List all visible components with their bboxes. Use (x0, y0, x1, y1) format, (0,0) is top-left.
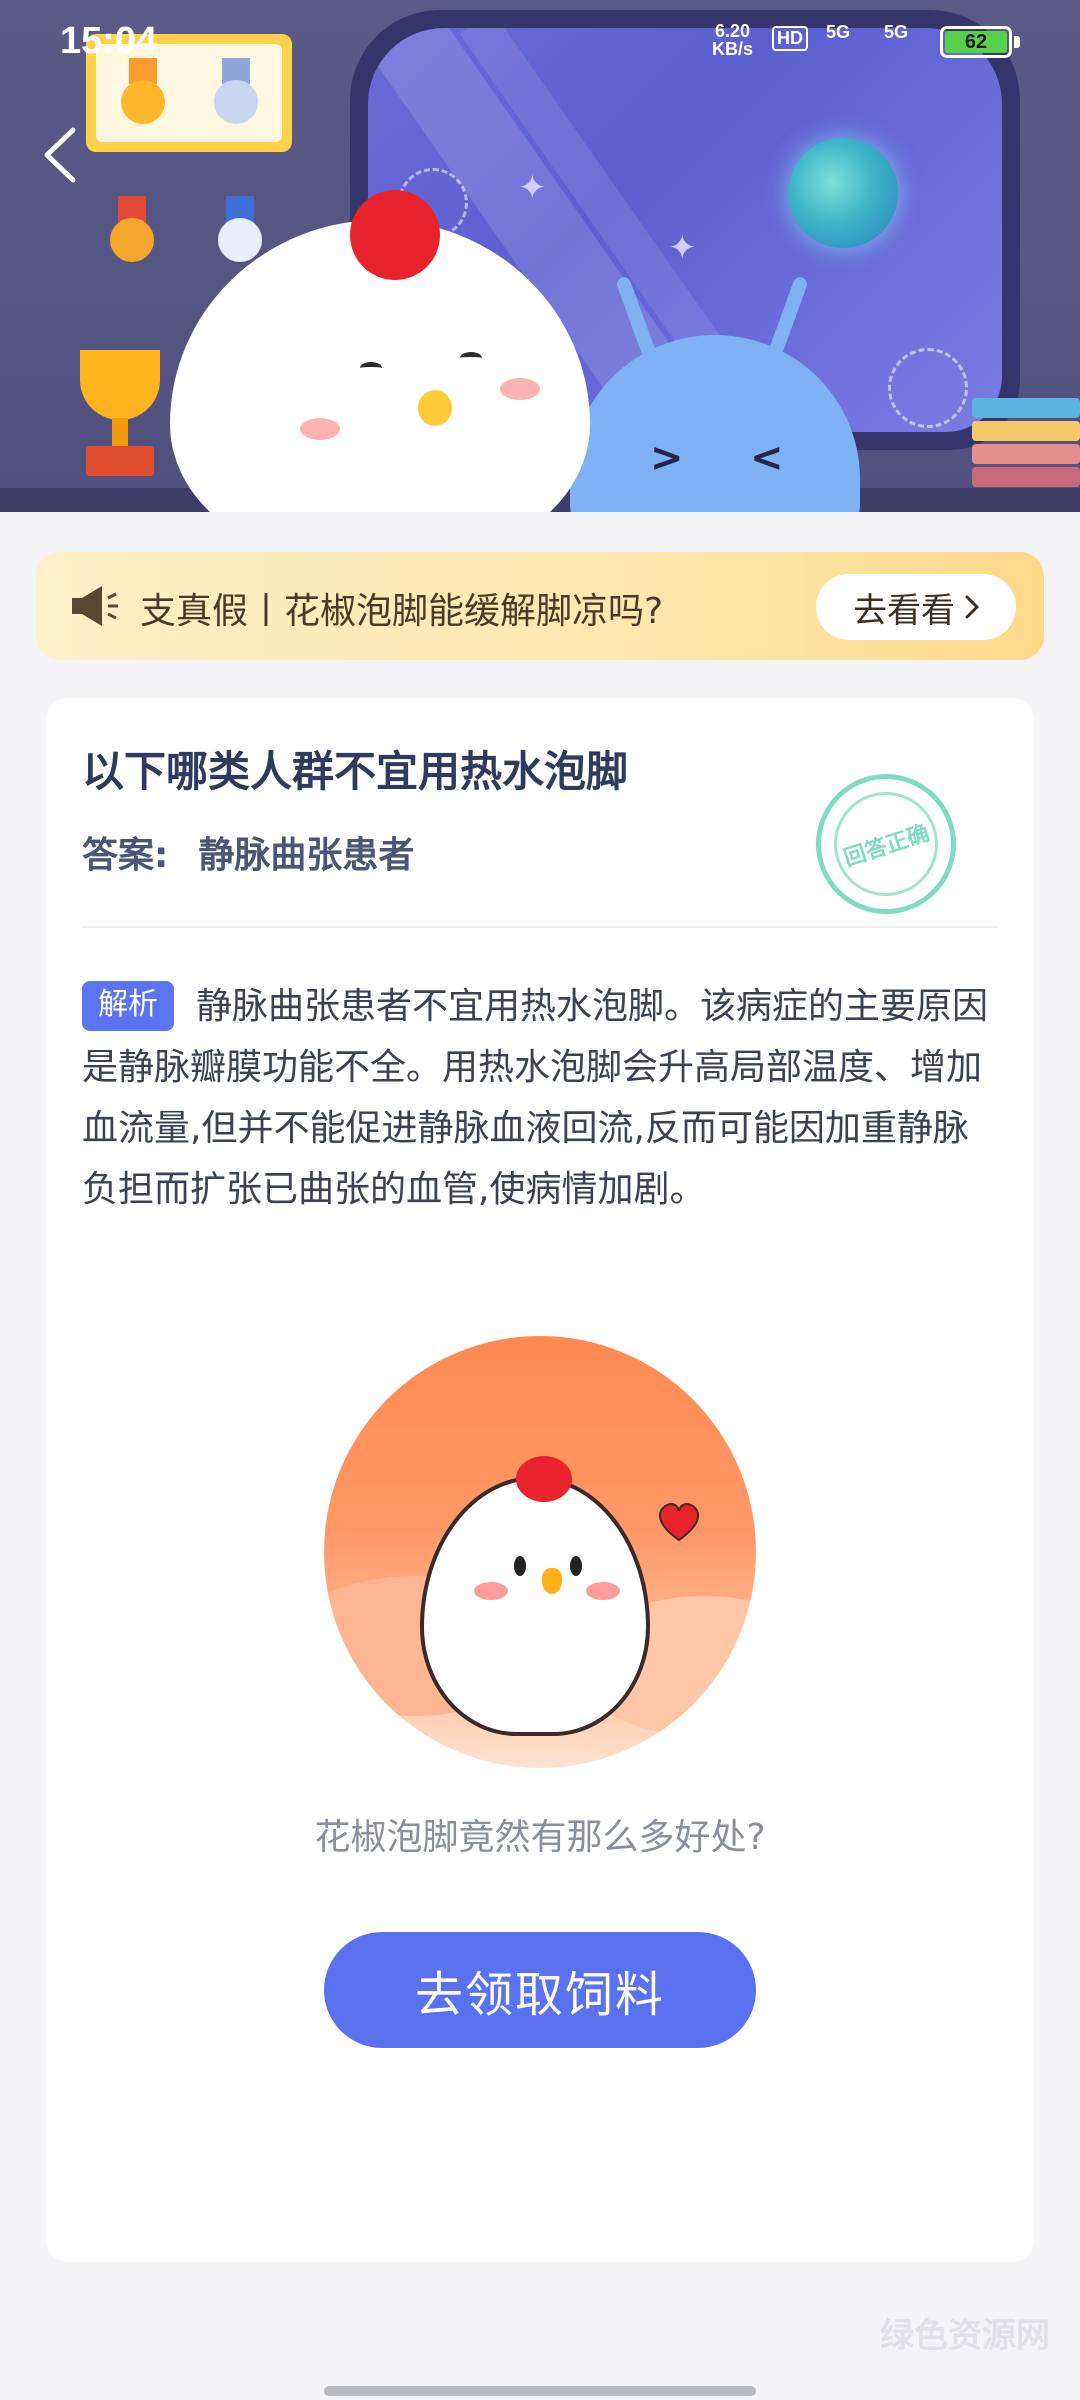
claim-feed-button[interactable]: 去领取饲料 (324, 1932, 756, 2048)
go-see-label: 去看看 (853, 590, 955, 631)
megaphone-icon (72, 586, 118, 626)
promo-caption: 花椒泡脚竟然有那么多好处? (314, 1817, 766, 1858)
battery-level: 62 (945, 31, 1007, 53)
signal-icon: 5G (884, 22, 909, 42)
signal-icon: 5G (826, 22, 851, 42)
promo-image[interactable] (324, 1336, 756, 1768)
hero-illustration: ✦ ✦ > < (0, 0, 1080, 610)
status-time: 15:04 (60, 20, 158, 62)
planet-icon (788, 138, 898, 248)
correct-stamp: 回答正确 (797, 755, 975, 933)
question-title: 以下哪类人群不宜用热水泡脚 (82, 747, 629, 796)
home-indicator[interactable] (324, 2386, 756, 2396)
books-icon (972, 398, 1080, 488)
answer-row: 答案: 静脉曲张患者 (82, 826, 414, 878)
hd-badge: HD (772, 26, 808, 51)
answer-value: 静脉曲张患者 (198, 835, 415, 876)
net-speed: 6.20 KB/s (712, 21, 754, 59)
star-icon: ✦ (518, 168, 547, 208)
trophy-icon (60, 350, 180, 490)
chick-comb (350, 190, 440, 280)
battery-icon: 62 (940, 26, 1012, 58)
chick-illustration (420, 1476, 650, 1736)
medal-icon (104, 196, 160, 266)
back-button[interactable] (30, 120, 90, 190)
status-bar: 15:04 6.20 KB/s HD 5G 5G 62 (0, 0, 1080, 80)
analysis-tag: 解析 (82, 981, 174, 1031)
screen: ✦ ✦ > < 15:04 6.20 KB/s HD 5G 5G 62 支真假丨… (0, 0, 1080, 2400)
notice-bar[interactable]: 支真假丨花椒泡脚能缓解脚凉吗? 去看看 (36, 552, 1044, 660)
notice-text: 支真假丨花椒泡脚能缓解脚凉吗? (140, 591, 664, 632)
watermark: 绿色资源网 (880, 2316, 1050, 2356)
answer-card: 以下哪类人群不宜用热水泡脚 答案: 静脉曲张患者 回答正确 解析 静脉曲张患者不宜… (46, 698, 1034, 2262)
analysis-block: 解析 静脉曲张患者不宜用热水泡脚。该病症的主要原因是静脉瓣膜功能不全。用热水泡脚会… (82, 976, 998, 1220)
divider (82, 926, 998, 928)
answer-label: 答案: (82, 835, 169, 876)
back-arrow-icon (44, 127, 76, 183)
heart-icon (658, 1503, 700, 1542)
correct-stamp-text: 回答正确 (820, 778, 952, 910)
go-see-button[interactable]: 去看看 (816, 574, 1016, 640)
analysis-text: 静脉曲张患者不宜用热水泡脚。该病症的主要原因是静脉瓣膜功能不全。用热水泡脚会升高… (82, 986, 989, 1210)
chevron-right-icon (965, 595, 979, 619)
star-icon: ✦ (668, 228, 697, 268)
